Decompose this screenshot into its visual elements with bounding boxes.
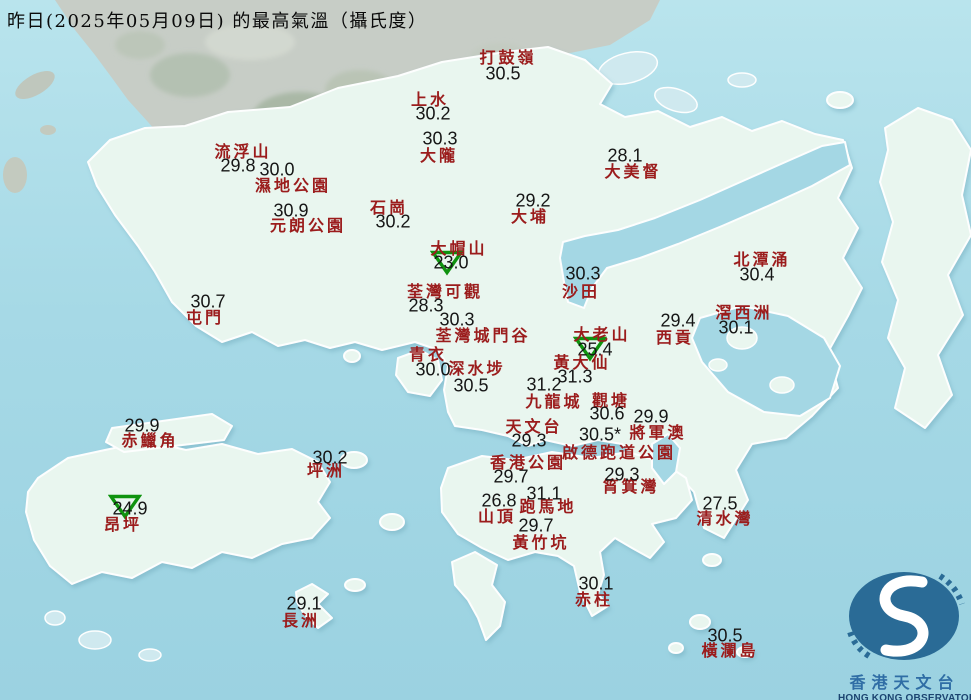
station-temperature: 30.5* — [579, 425, 621, 446]
station-temperature: 30.1 — [718, 318, 753, 339]
station-temperature: 30.7 — [190, 292, 225, 313]
station-temperature: 30.9 — [273, 201, 308, 222]
station-temperature: 31.1 — [526, 484, 561, 505]
station-temperature: 30.3 — [565, 264, 600, 285]
station-temperature: 26.8 — [481, 491, 516, 512]
weather-map-page: 昨日(2025年05月09日) 的最高氣溫（攝氏度） 打鼓嶺30.5上水30.2… — [0, 0, 971, 700]
station-temperature: 30.5 — [453, 376, 488, 397]
station-temperature: 28.3 — [408, 296, 443, 317]
hko-logo-chinese-text: 香港天文台 — [838, 669, 971, 693]
stations-layer: 打鼓嶺30.5上水30.2大隴30.3流浮山29.8濕地公園30.0元朗公園30… — [0, 0, 971, 700]
station-temperature: 30.4 — [739, 265, 774, 286]
station-temperature: 30.6 — [589, 404, 624, 425]
station-temperature: 29.7 — [518, 516, 553, 537]
station-temperature: 29.2 — [515, 191, 550, 212]
hko-logo-english-text: HONG KONG OBSERVATORY — [838, 693, 971, 700]
hko-logo: 香港天文台 HONG KONG OBSERVATORY — [838, 570, 971, 700]
station-temperature: 30.5 — [485, 64, 520, 85]
station-temperature: 29.9 — [124, 416, 159, 437]
station-temperature: 23.0 — [433, 253, 468, 274]
station-temperature: 31.3 — [557, 367, 592, 388]
station-temperature: 30.3 — [439, 310, 474, 331]
station-temperature: 29.9 — [633, 407, 668, 428]
station-temperature: 29.8 — [220, 156, 255, 177]
station-temperature: 30.5 — [707, 626, 742, 647]
station-temperature: 29.1 — [286, 594, 321, 615]
station-temperature: 30.3 — [422, 129, 457, 150]
station-temperature: 28.1 — [607, 146, 642, 167]
station-temperature: 24.9 — [112, 499, 147, 520]
station-temperature: 27.5 — [702, 494, 737, 515]
station-temperature: 29.7 — [493, 467, 528, 488]
station-temperature: 30.2 — [415, 104, 450, 125]
station-temperature: 31.2 — [526, 375, 561, 396]
station-temperature: 30.2 — [375, 212, 410, 233]
station-temperature: 29.4 — [660, 311, 695, 332]
station-temperature: 30.2 — [312, 448, 347, 469]
station-temperature: 30.0 — [415, 360, 450, 381]
station-temperature: 29.3 — [604, 465, 639, 486]
station-temperature: 30.0 — [259, 160, 294, 181]
station-temperature: 30.1 — [578, 574, 613, 595]
hko-logo-icon — [842, 570, 967, 662]
